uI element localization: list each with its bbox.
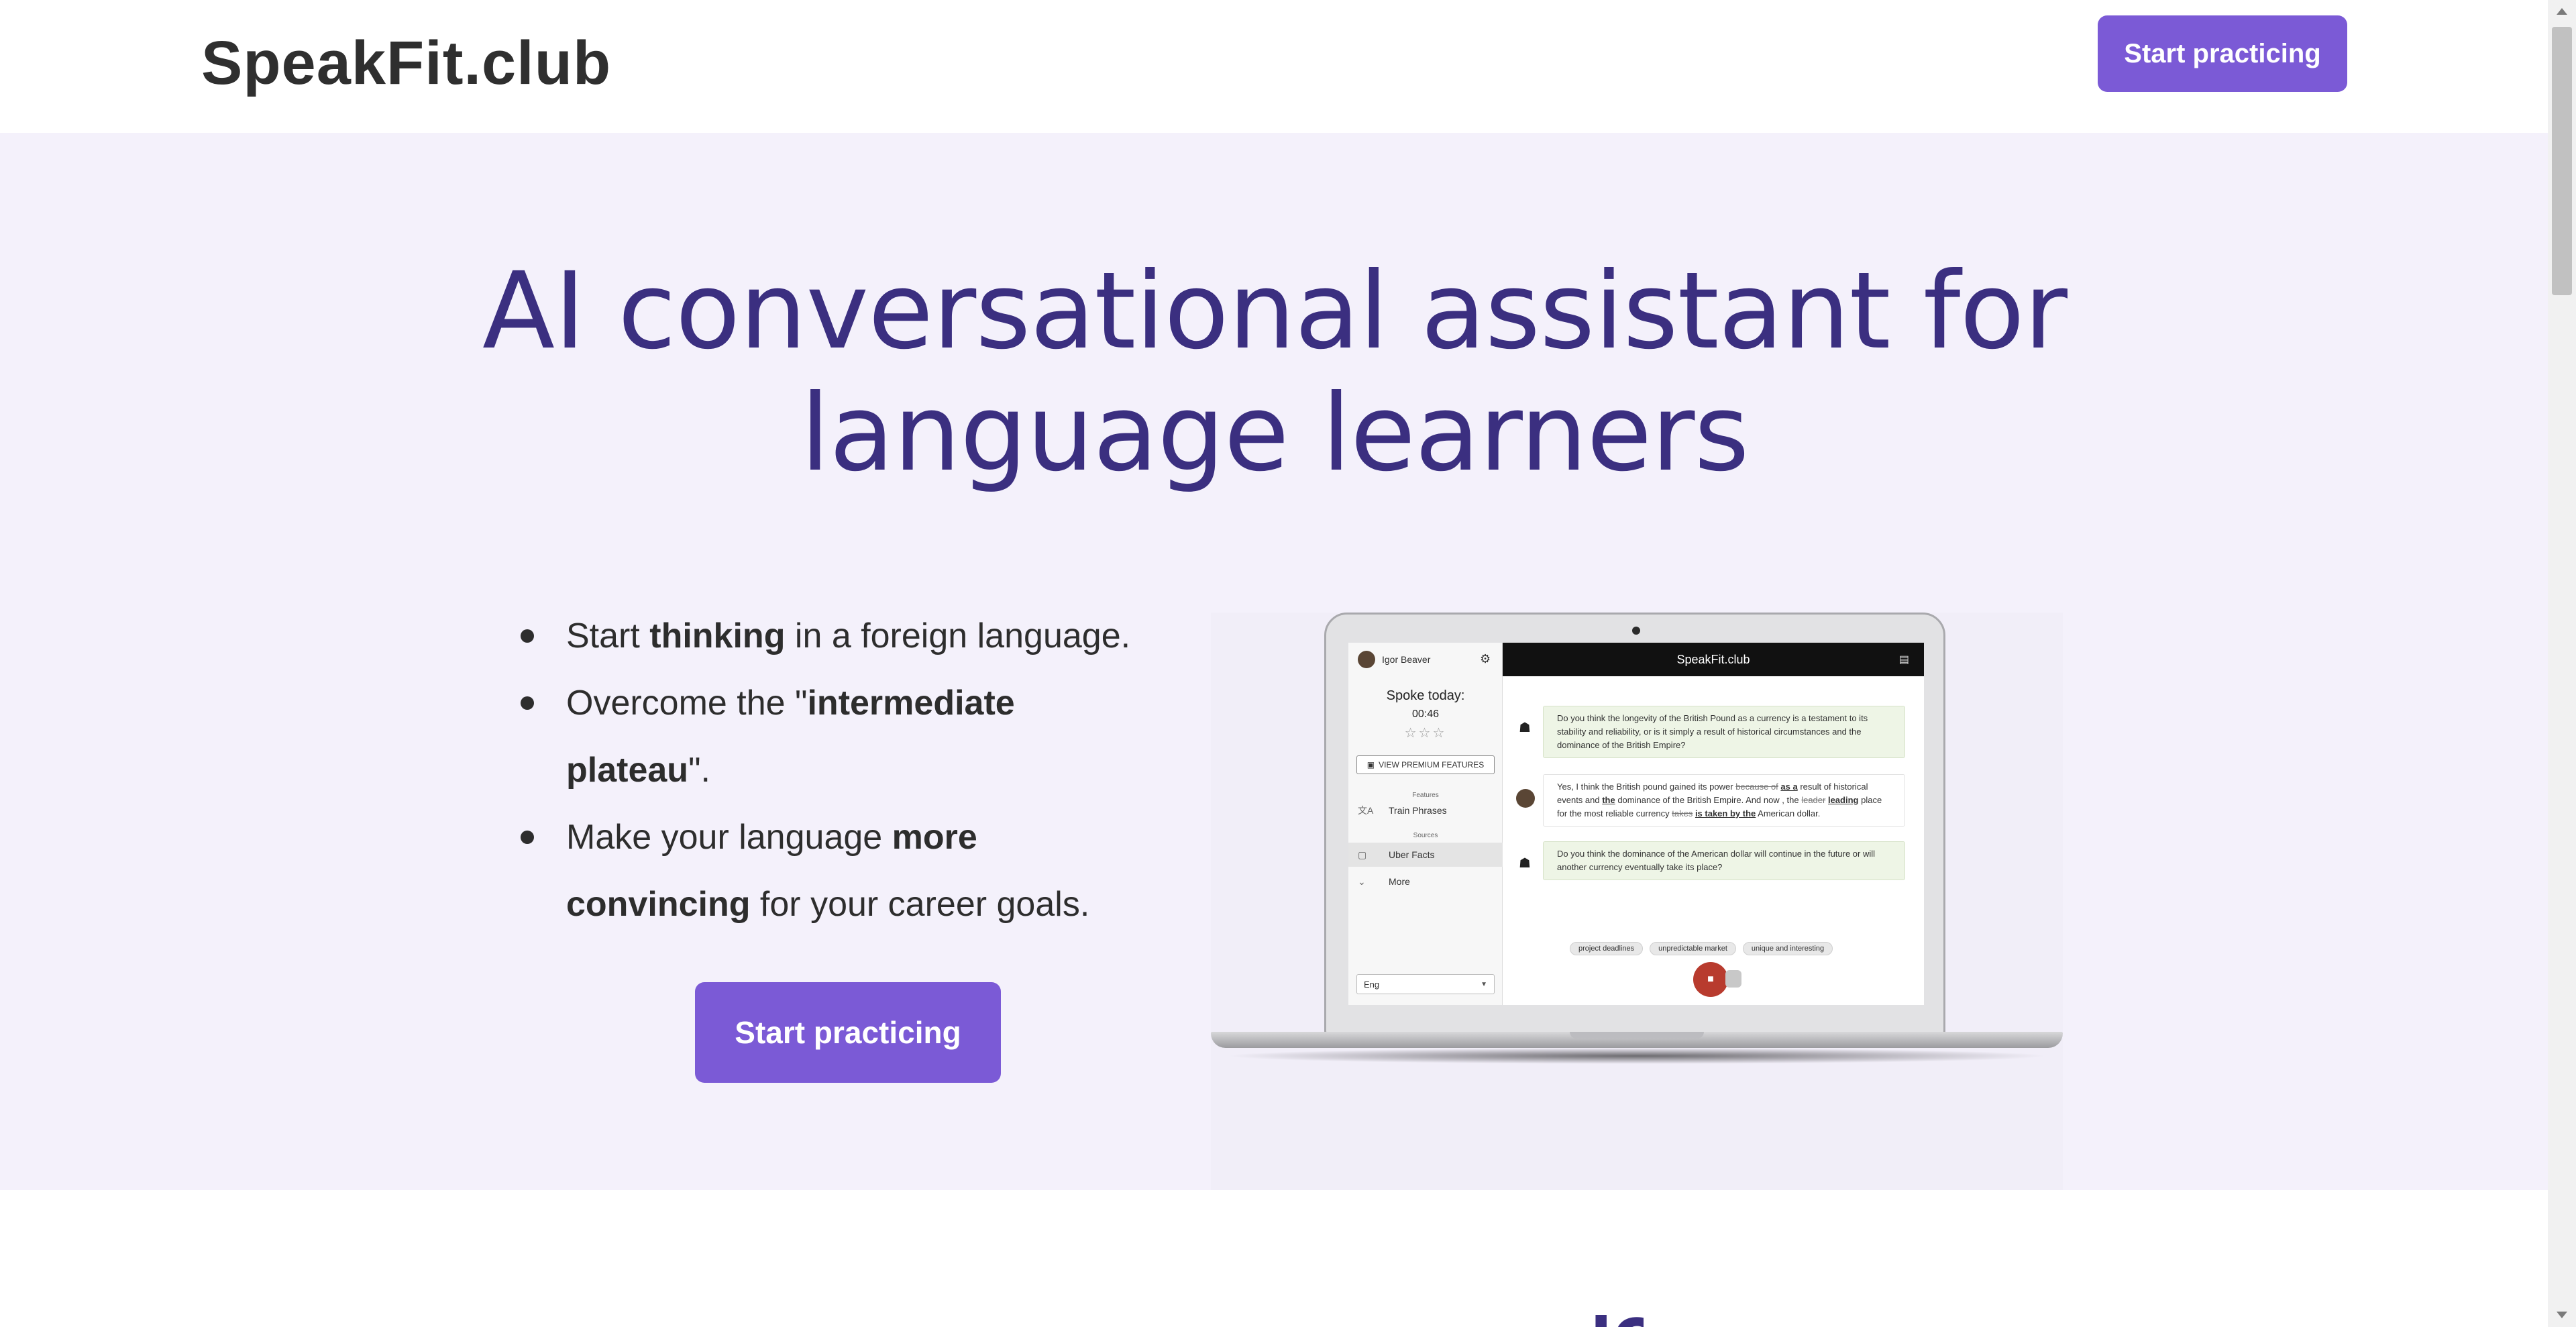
robot-icon: ☗ xyxy=(1519,856,1531,871)
scroll-up-arrow-icon[interactable] xyxy=(2557,8,2567,15)
bullet-text: for your career goals. xyxy=(750,885,1090,924)
bullet-item: Overcome the "intermediate plateau". xyxy=(517,670,1154,804)
source-icon: ▢ xyxy=(1358,849,1367,860)
app-top-bar: SpeakFit.club ▤ xyxy=(1503,643,1924,676)
sidebar-item-train-phrases: 文A Train Phrases xyxy=(1348,798,1503,822)
hero-title: AI conversational assistant for language… xyxy=(482,250,2068,495)
app-sidebar: Igor Beaver ⚙ Spoke today: 00:46 ☆☆☆ ▣ V… xyxy=(1348,643,1503,1005)
page-scrollbar[interactable] xyxy=(2548,0,2576,1327)
robot-icon: ▤ xyxy=(1898,654,1909,666)
laptop-shadow xyxy=(1224,1048,2049,1064)
bullet-text: Make your language xyxy=(566,818,892,857)
bullet-text: Overcome the " xyxy=(566,684,808,723)
premium-label: VIEW PREMIUM FEATURES xyxy=(1379,760,1485,769)
bullet-text: Start xyxy=(566,617,650,655)
caret-down-icon: ▼ xyxy=(1481,980,1487,988)
suggestion-chip: unpredictable market xyxy=(1650,942,1736,955)
robot-icon: ☗ xyxy=(1519,721,1531,735)
user-name: Igor Beaver xyxy=(1382,654,1431,665)
user-message: Yes, I think the British pound gained it… xyxy=(1543,774,1905,827)
premium-features-button: ▣ VIEW PREMIUM FEATURES xyxy=(1356,755,1495,774)
sidebar-item-label: Train Phrases xyxy=(1389,805,1447,816)
spoke-today-label: Spoke today: xyxy=(1386,688,1465,703)
sources-section-label: Sources xyxy=(1413,832,1438,839)
bot-message: Do you think the dominance of the Americ… xyxy=(1543,841,1905,880)
suggestion-chip: unique and interesting xyxy=(1742,942,1833,955)
bullet-item: Start thinking in a foreign language. xyxy=(517,602,1154,670)
language-select: Eng ▼ xyxy=(1356,974,1495,994)
scroll-down-arrow-icon[interactable] xyxy=(2557,1312,2567,1318)
suggestion-chip: project deadlines xyxy=(1570,942,1644,955)
sidebar-item-label: Uber Facts xyxy=(1389,849,1435,860)
translate-icon: 文A xyxy=(1358,805,1374,816)
sidebar-item-label: More xyxy=(1389,876,1410,887)
avatar xyxy=(1516,789,1535,808)
laptop-mockup-image: Igor Beaver ⚙ Spoke today: 00:46 ☆☆☆ ▣ V… xyxy=(1211,613,2063,1230)
scrollbar-thumb[interactable] xyxy=(2552,27,2572,295)
sidebar-item-more: ⌄ More xyxy=(1348,869,1503,894)
header-start-practicing-button[interactable]: Start practicing xyxy=(2098,15,2347,92)
app-title: SpeakFit.club xyxy=(1676,652,1750,666)
language-value: Eng xyxy=(1364,979,1380,990)
bullet-item: Make your language more convincing for y… xyxy=(517,804,1154,938)
gift-icon: ▣ xyxy=(1366,760,1375,769)
laptop-base xyxy=(1211,1032,2063,1048)
bullet-text: in a foreign language. xyxy=(785,617,1131,655)
laptop-notch xyxy=(1570,1032,1704,1039)
bullet-dot-icon xyxy=(521,831,534,844)
site-header: SpeakFit.club Start practicing xyxy=(0,0,2548,133)
bullet-dot-icon xyxy=(521,629,534,643)
feature-bullet-list: Start thinking in a foreign language. Ov… xyxy=(517,602,1154,938)
laptop-lid: Igor Beaver ⚙ Spoke today: 00:46 ☆☆☆ ▣ V… xyxy=(1324,613,1945,1035)
star-rating: ☆☆☆ xyxy=(1404,726,1447,741)
stop-record-icon: ■ xyxy=(1693,962,1728,997)
bullet-dot-icon xyxy=(521,696,534,710)
app-screenshot: Igor Beaver ⚙ Spoke today: 00:46 ☆☆☆ ▣ V… xyxy=(1348,643,1924,1005)
camera-icon xyxy=(1632,627,1640,635)
suggestion-chips: project deadlines unpredictable market u… xyxy=(1570,942,1919,955)
next-section-heading-fragment: d? xyxy=(1563,1310,1644,1327)
avatar xyxy=(1358,651,1375,668)
hero-section: AI conversational assistant for language… xyxy=(0,133,2548,1230)
bot-message: Do you think the longevity of the Britis… xyxy=(1543,706,1905,758)
keyboard-toggle-icon xyxy=(1725,970,1741,988)
next-section: d? xyxy=(0,1190,2548,1327)
timer: 00:46 xyxy=(1411,708,1440,720)
bullet-emphasis: thinking xyxy=(649,617,786,655)
chevron-down-icon: ⌄ xyxy=(1358,875,1366,887)
bullet-text: ". xyxy=(688,751,710,790)
brand-logo[interactable]: SpeakFit.club xyxy=(201,28,611,99)
sidebar-item-uber-facts: ▢ Uber Facts xyxy=(1348,843,1503,867)
hero-start-practicing-button[interactable]: Start practicing xyxy=(695,982,1001,1083)
gear-icon: ⚙ xyxy=(1480,652,1491,666)
